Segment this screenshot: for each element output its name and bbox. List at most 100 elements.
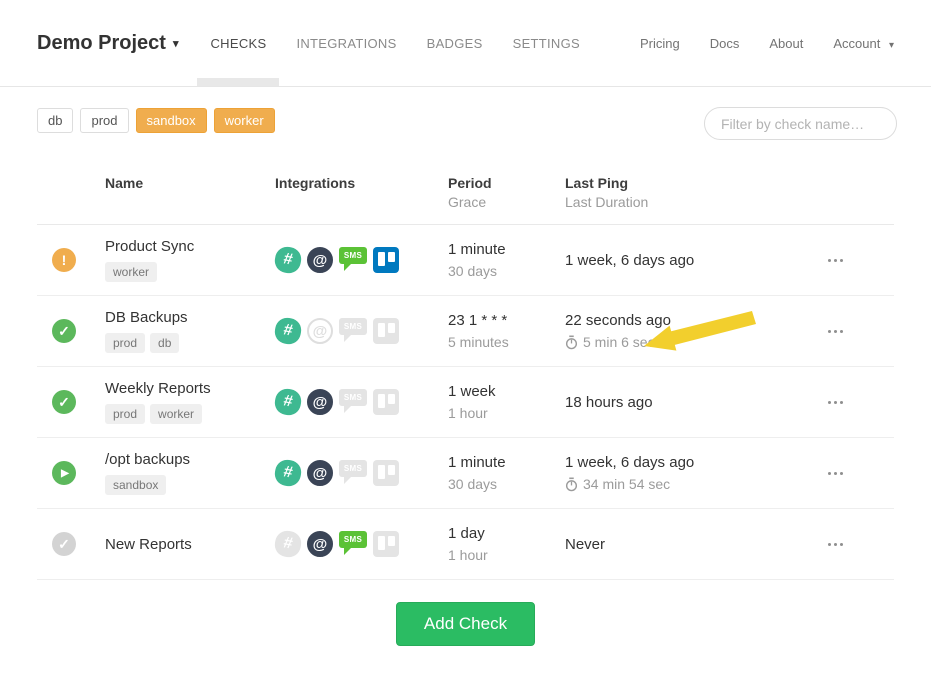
trello-icon bbox=[373, 460, 399, 486]
row-menu-button[interactable] bbox=[824, 537, 847, 552]
last-ping-value: Never bbox=[565, 536, 810, 553]
check-name[interactable]: New Reports bbox=[105, 536, 275, 553]
column-period-grace: Period Grace bbox=[448, 174, 565, 212]
row-menu-button[interactable] bbox=[824, 253, 847, 268]
lastping-cell: 22 seconds ago5 min 6 sec bbox=[565, 312, 810, 350]
integrations-cell: #@SMS bbox=[275, 460, 448, 486]
grace-value: 5 minutes bbox=[448, 334, 565, 350]
add-check-button[interactable]: Add Check bbox=[396, 602, 535, 646]
status-up-icon: ✓ bbox=[52, 319, 76, 343]
tab-integrations[interactable]: INTEGRATIONS bbox=[296, 0, 396, 86]
name-cell: /opt backups sandbox bbox=[105, 451, 275, 495]
check-tag: prod bbox=[105, 333, 145, 353]
slack-icon: # bbox=[273, 529, 303, 559]
top-link-about[interactable]: About bbox=[769, 36, 803, 51]
tab-checks[interactable]: CHECKS bbox=[210, 0, 266, 86]
dot-icon bbox=[840, 472, 843, 475]
last-duration-value: 34 min 54 sec bbox=[565, 476, 810, 492]
check-tag: worker bbox=[105, 262, 157, 282]
dot-icon bbox=[834, 330, 837, 333]
top-link-docs[interactable]: Docs bbox=[710, 36, 740, 51]
integrations-cell: #@SMS bbox=[275, 318, 448, 344]
sms-icon: SMS bbox=[339, 389, 367, 415]
dot-icon bbox=[840, 543, 843, 546]
tab-settings[interactable]: SETTINGS bbox=[513, 0, 580, 86]
period-value: 1 week bbox=[448, 383, 565, 400]
top-navigation-bar: Demo Project ▾ CHECKS INTEGRATIONS BADGES S… bbox=[0, 0, 931, 87]
status-cell: ✓ bbox=[37, 532, 105, 556]
name-cell: DB Backups proddb bbox=[105, 309, 275, 353]
check-tag: prod bbox=[105, 404, 145, 424]
period-cell: 23 1 * * * 5 minutes bbox=[448, 312, 565, 350]
status-up-icon: ✓ bbox=[52, 390, 76, 414]
column-name: Name bbox=[105, 174, 275, 193]
email-icon: @ bbox=[307, 389, 333, 415]
check-tags: proddb bbox=[105, 333, 275, 353]
lastping-cell: 1 week, 6 days ago bbox=[565, 252, 810, 269]
status-cell: ! bbox=[37, 248, 105, 272]
table-header-row: Name Integrations Period Grace Last Ping… bbox=[37, 162, 894, 225]
tag-filter-db[interactable]: db bbox=[37, 108, 73, 133]
table-row: !Product Syncworker#@SMS1 minute30 days1… bbox=[37, 225, 894, 296]
check-tags: prodworker bbox=[105, 404, 275, 424]
tab-badges[interactable]: BADGES bbox=[427, 0, 483, 86]
sms-icon: SMS bbox=[339, 460, 367, 486]
last-ping-value: 1 week, 6 days ago bbox=[565, 252, 810, 269]
chevron-down-icon: ▾ bbox=[889, 40, 894, 51]
lastping-cell: 1 week, 6 days ago 34 min 54 sec bbox=[565, 454, 810, 492]
period-value: 1 minute bbox=[448, 241, 565, 258]
search-input[interactable] bbox=[704, 107, 897, 140]
table-body: !Product Syncworker#@SMS1 minute30 days1… bbox=[37, 225, 894, 580]
dot-icon bbox=[840, 330, 843, 333]
grace-value: 1 hour bbox=[448, 405, 565, 421]
tag-filter-sandbox[interactable]: sandbox bbox=[136, 108, 207, 133]
row-menu-button[interactable] bbox=[824, 466, 847, 481]
stopwatch-icon bbox=[565, 477, 578, 492]
period-value: 1 day bbox=[448, 525, 565, 542]
add-check-container: Add Check bbox=[0, 602, 931, 646]
sms-icon: SMS bbox=[339, 318, 367, 344]
period-value: 1 minute bbox=[448, 454, 565, 471]
top-link-pricing[interactable]: Pricing bbox=[640, 36, 680, 51]
grace-value: 30 days bbox=[448, 263, 565, 279]
tag-filter-worker[interactable]: worker bbox=[214, 108, 275, 133]
stopwatch-icon bbox=[565, 335, 578, 350]
account-menu[interactable]: Account ▾ bbox=[833, 36, 894, 51]
check-name[interactable]: Product Sync bbox=[105, 238, 275, 255]
status-late-icon: ! bbox=[52, 248, 76, 272]
email-icon: @ bbox=[307, 318, 333, 344]
email-icon: @ bbox=[307, 247, 333, 273]
tag-filter-prod[interactable]: prod bbox=[80, 108, 128, 133]
last-duration-value: 5 min 6 sec bbox=[565, 334, 810, 350]
check-name[interactable]: Weekly Reports bbox=[105, 380, 275, 397]
status-cell: ✓ bbox=[37, 319, 105, 343]
last-ping-value: 1 week, 6 days ago bbox=[565, 454, 810, 471]
dot-icon bbox=[828, 401, 831, 404]
table-row: ✓ DB Backups proddb#@SMS23 1 * * * 5 minute… bbox=[37, 296, 894, 367]
row-menu-button[interactable] bbox=[824, 324, 847, 339]
check-name[interactable]: /opt backups bbox=[105, 451, 275, 468]
status-cell: ✓ bbox=[37, 390, 105, 414]
dot-icon bbox=[828, 543, 831, 546]
check-name[interactable]: DB Backups bbox=[105, 309, 275, 326]
chevron-down-icon: ▾ bbox=[173, 37, 179, 50]
period-cell: 1 minute 30 days bbox=[448, 454, 565, 492]
status-new-icon: ✓ bbox=[52, 532, 76, 556]
dot-icon bbox=[834, 472, 837, 475]
check-tags: worker bbox=[105, 262, 275, 282]
row-menu-button[interactable] bbox=[824, 395, 847, 410]
dot-icon bbox=[828, 472, 831, 475]
check-tag: worker bbox=[150, 404, 202, 424]
grace-value: 30 days bbox=[448, 476, 565, 492]
last-ping-value: 18 hours ago bbox=[565, 394, 810, 411]
period-cell: 1 week 1 hour bbox=[448, 383, 565, 421]
menu-cell bbox=[810, 395, 894, 410]
column-lastping-duration: Last Ping Last Duration bbox=[565, 174, 810, 212]
check-tags: sandbox bbox=[105, 475, 275, 495]
project-switcher[interactable]: Demo Project ▾ bbox=[37, 0, 178, 86]
period-cell: 1 minute 30 days bbox=[448, 241, 565, 279]
period-value: 23 1 * * * bbox=[448, 312, 565, 329]
dot-icon bbox=[834, 543, 837, 546]
checks-table: Name Integrations Period Grace Last Ping… bbox=[37, 162, 894, 580]
sms-icon: SMS bbox=[339, 531, 367, 557]
